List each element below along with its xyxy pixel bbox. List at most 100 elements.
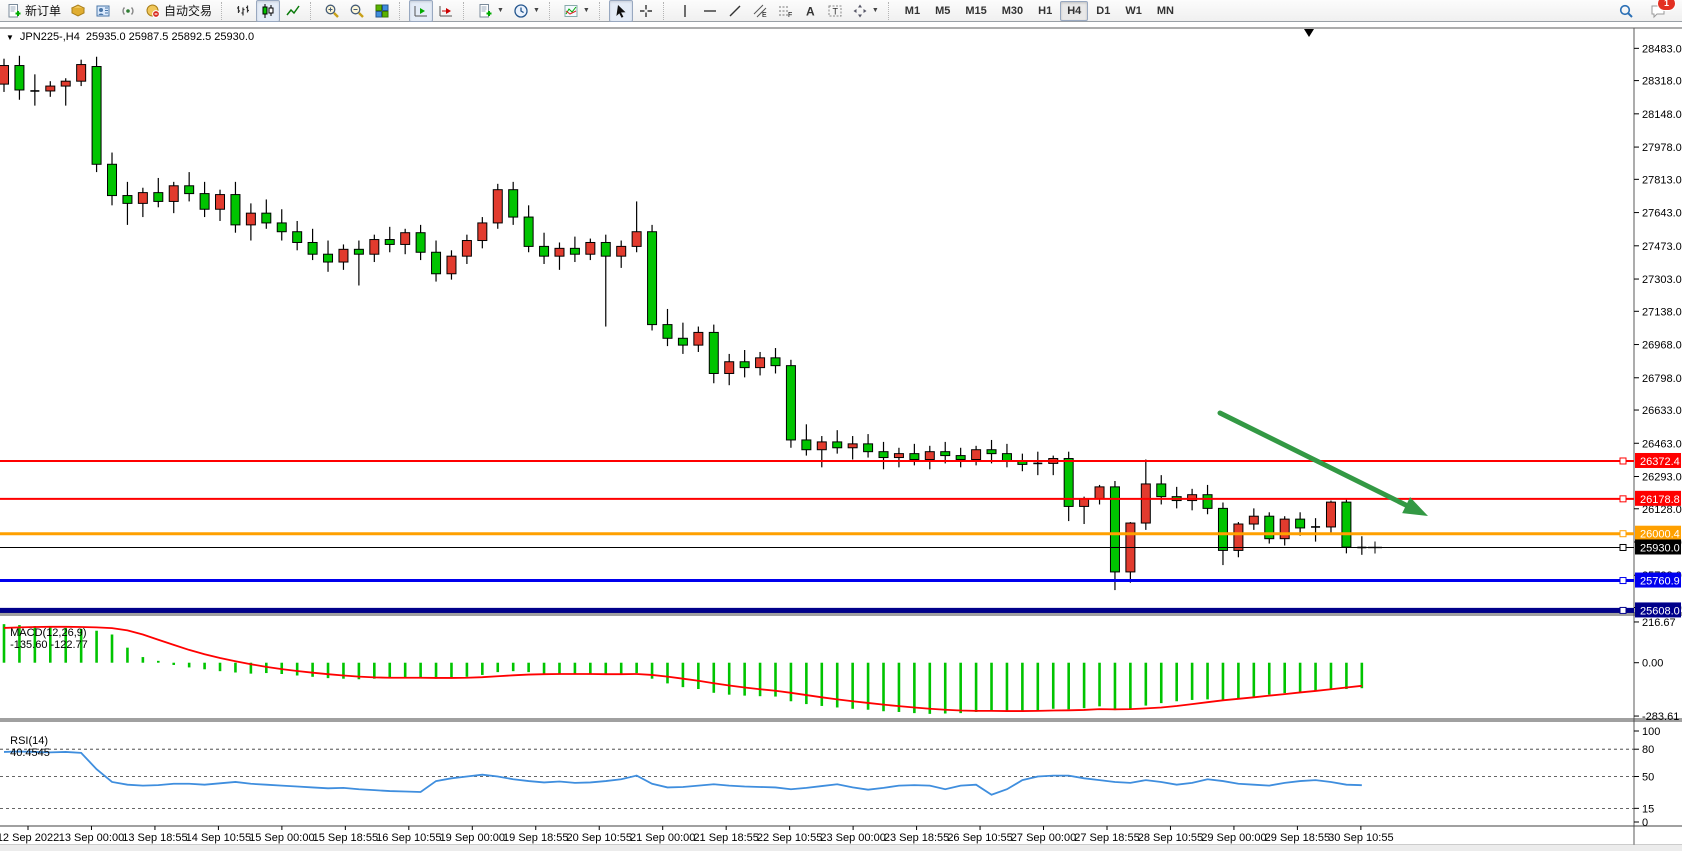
rsi-indicator-label: RSI(14) 40.4545 [4, 723, 50, 759]
vline-button[interactable] [673, 0, 697, 22]
candle-body [77, 65, 86, 82]
candle-body [493, 190, 502, 223]
resistance-line-1-handle[interactable] [1620, 458, 1626, 464]
zoom-in-button[interactable] [320, 0, 344, 22]
candle-body [956, 456, 965, 460]
candle-chart-button[interactable] [256, 0, 280, 22]
new-chart-button[interactable]: ▼ [473, 0, 508, 22]
candle-body [108, 164, 117, 195]
data-window-icon [95, 3, 111, 19]
doc-plus-icon [477, 3, 493, 19]
candle-body [509, 190, 518, 217]
time-tick-label: 29 Sep 18:55 [1265, 832, 1330, 844]
fibo-button[interactable]: F [773, 0, 797, 22]
candle-body [1342, 502, 1351, 547]
toolbar-separator [663, 2, 669, 20]
candle-body [987, 450, 996, 454]
price-tick-label: 28318.0 [1642, 76, 1682, 88]
timeframe-H4-button[interactable]: H4 [1060, 1, 1088, 21]
support-line-blue-handle[interactable] [1620, 578, 1626, 584]
time-tick-label: 21 Sep 18:55 [693, 832, 758, 844]
toolbar-separator [549, 2, 555, 20]
period-button[interactable]: ▼ [509, 0, 544, 22]
autotrade-button[interactable]: 自动交易 [141, 0, 216, 22]
fibo-icon: F [777, 3, 793, 19]
candle-body [879, 452, 888, 458]
candle-body [185, 186, 194, 194]
candle-body [678, 338, 687, 345]
timeframe-M30-button[interactable]: M30 [995, 1, 1030, 21]
bars-icon [235, 3, 251, 19]
time-tick-label: 15 Sep 18:55 [313, 832, 378, 844]
time-tick-label: 21 Sep 00:00 [630, 832, 695, 844]
price-tick-label: 26293.0 [1642, 472, 1682, 484]
collapse-triangle-icon[interactable]: ▼ [6, 33, 14, 42]
timeframe-M1-button[interactable]: M1 [898, 1, 927, 21]
market-watch-button[interactable] [66, 0, 90, 22]
candle-body [771, 358, 780, 366]
price-tick-label: 27473.0 [1642, 241, 1682, 253]
search-button[interactable] [1614, 0, 1638, 22]
indicators-button[interactable]: ▼ [559, 0, 594, 22]
rsi-tick-label: 100 [1642, 726, 1660, 738]
chart-shift-button[interactable] [409, 0, 433, 22]
timeframe-D1-button[interactable]: D1 [1089, 1, 1117, 21]
candle-body [401, 233, 410, 245]
candle-body [848, 444, 857, 448]
candle-body [231, 195, 240, 225]
price-tick-label: 28148.0 [1642, 109, 1682, 121]
support-line-navy-handle[interactable] [1620, 607, 1626, 613]
cursor-button[interactable] [609, 0, 633, 22]
crosshair-button[interactable] [634, 0, 658, 22]
arrows-button[interactable]: ▼ [848, 0, 883, 22]
candle-body [586, 242, 595, 254]
time-tick-label: 27 Sep 00:00 [1011, 832, 1076, 844]
gold-book-icon [70, 3, 86, 19]
line-chart-button[interactable] [281, 0, 305, 22]
status-strip [0, 845, 1682, 851]
chat-button[interactable]: 1 [1646, 0, 1670, 22]
vline-icon [677, 3, 693, 19]
channel-button[interactable]: E [748, 0, 772, 22]
chart-canvas[interactable]: 28483.028318.028148.027978.027813.027643… [0, 0, 1682, 851]
candle-body [1095, 487, 1104, 499]
timeframe-M15-button[interactable]: M15 [958, 1, 993, 21]
text-button[interactable]: A [798, 0, 822, 22]
support-line-orange-badge-label: 26000.4 [1640, 529, 1680, 541]
bar-chart-button[interactable] [231, 0, 255, 22]
candle-body [941, 452, 950, 456]
candle-body [200, 194, 209, 210]
auto-scroll-button[interactable] [434, 0, 458, 22]
candle-body [339, 249, 348, 262]
timeframe-H1-button[interactable]: H1 [1031, 1, 1059, 21]
resistance-line-2-handle[interactable] [1620, 496, 1626, 502]
candle-body [169, 186, 178, 202]
bid-price-line-handle[interactable] [1620, 544, 1626, 550]
candle-body [1157, 484, 1166, 497]
timeframe-W1-button[interactable]: W1 [1118, 1, 1149, 21]
trendline-button[interactable] [723, 0, 747, 22]
candle-body [324, 254, 333, 262]
support-line-orange-handle[interactable] [1620, 531, 1626, 537]
data-window-button[interactable] [91, 0, 115, 22]
shift-icon [413, 3, 429, 19]
label-button[interactable]: T [823, 0, 847, 22]
time-tick-label: 28 Sep 10:55 [1138, 832, 1203, 844]
new-order-button[interactable]: 新订单 [2, 0, 65, 22]
candle-body [462, 241, 471, 257]
support-line-blue-badge-label: 25760.9 [1640, 576, 1680, 588]
candle-body [1249, 516, 1258, 524]
zoom-out-button[interactable] [345, 0, 369, 22]
tile-windows-button[interactable] [370, 0, 394, 22]
hline-icon [702, 3, 718, 19]
hline-button[interactable] [698, 0, 722, 22]
signal-icon [120, 3, 136, 19]
candle-body [802, 440, 811, 450]
timeframe-M5-button[interactable]: M5 [928, 1, 957, 21]
candle-body [1296, 519, 1305, 528]
timeframe-MN-button[interactable]: MN [1150, 1, 1181, 21]
navigator-button[interactable] [116, 0, 140, 22]
candle-body [786, 366, 795, 440]
chart-background [0, 23, 1682, 851]
toolbar-right-group: 1 [1614, 0, 1680, 22]
